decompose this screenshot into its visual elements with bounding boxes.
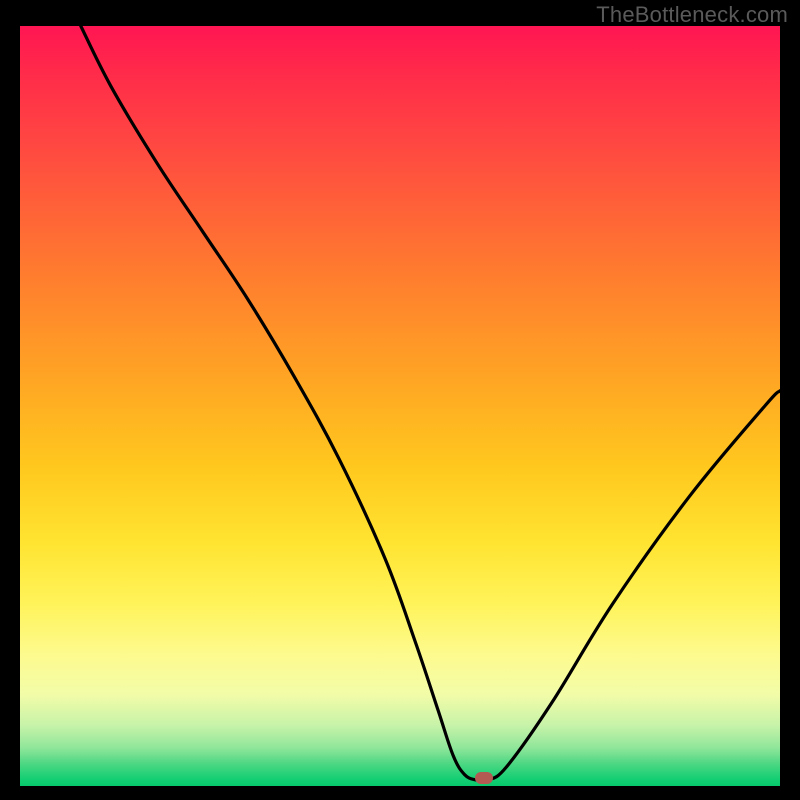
chart-frame: TheBottleneck.com	[0, 0, 800, 800]
bottleneck-curve	[20, 26, 780, 786]
optimal-marker	[475, 772, 493, 784]
watermark-text: TheBottleneck.com	[596, 2, 788, 28]
plot-area	[20, 26, 780, 786]
